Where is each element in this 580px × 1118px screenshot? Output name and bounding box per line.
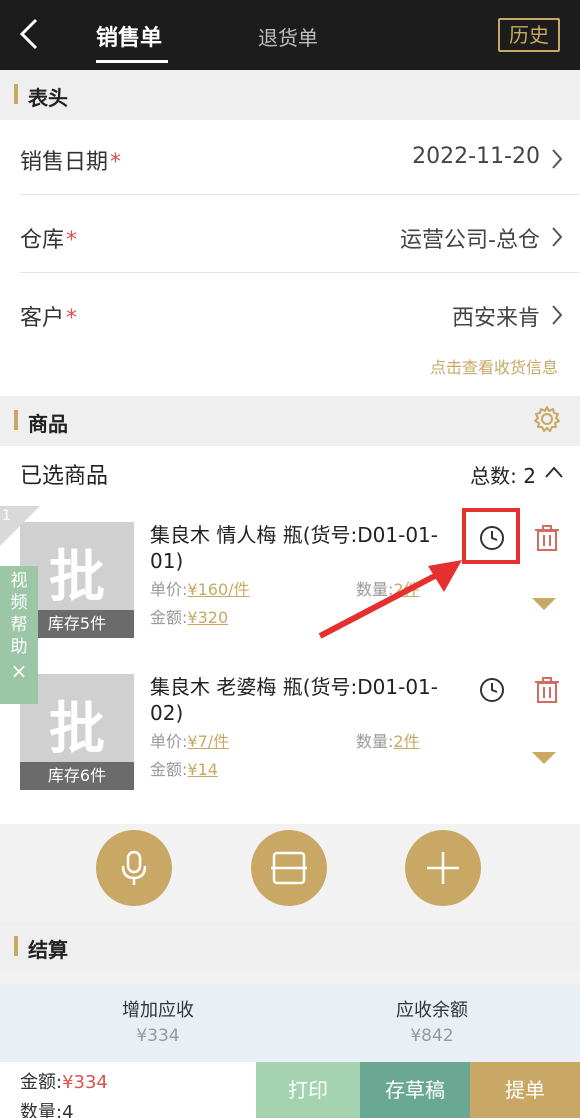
- required-mark: *: [66, 228, 78, 253]
- tab-return-order[interactable]: 退货单: [258, 22, 318, 51]
- total-quantity: 数量:4: [20, 1102, 74, 1118]
- warehouse-value: 运营公司-总仓: [400, 228, 540, 253]
- required-mark: *: [66, 306, 78, 331]
- bottom-bar: 金额:¥334 数量:4 打印 存草稿 提单: [0, 1062, 580, 1118]
- product-name: 集良木 老婆梅 瓶(货号:D01-01-02): [150, 675, 438, 725]
- caret-down-icon[interactable]: [532, 752, 556, 766]
- sales-date-value: 2022-11-20: [412, 144, 540, 169]
- header-form: 销售日期* 2022-11-20 仓库* 运营公司-总仓 客户* 西安来肯 点击…: [0, 120, 580, 396]
- section-settlement: 结算: [0, 922, 580, 972]
- total-amount: 金额:¥334: [20, 1072, 108, 1093]
- save-draft-button[interactable]: 存草稿: [360, 1062, 470, 1118]
- annotation-arrow: [318, 560, 462, 639]
- active-tab-indicator: [96, 60, 168, 63]
- amount: 金额:¥320: [150, 608, 229, 627]
- settlement-summary: 增加应收 ¥334 应收余额 ¥842: [0, 984, 580, 1064]
- product-item: 批 库存6件 集良木 老婆梅 瓶(货号:D01-01-02) 单价:¥7/件 数…: [0, 658, 580, 808]
- item-number: 1: [2, 508, 11, 524]
- video-help-tab[interactable]: 视频帮助 ×: [0, 566, 38, 704]
- section-products: 商品: [0, 396, 580, 446]
- gear-icon[interactable]: [532, 404, 562, 434]
- warehouse-row[interactable]: 仓库* 运营公司-总仓: [0, 198, 580, 276]
- receivable-balance-value: ¥842: [410, 1026, 454, 1046]
- customer-label: 客户: [20, 306, 65, 331]
- tab-sales-order[interactable]: 销售单: [96, 20, 162, 52]
- selected-products-label: 已选商品: [20, 464, 109, 489]
- clock-icon[interactable]: [478, 676, 506, 704]
- required-mark: *: [110, 150, 122, 175]
- sales-date-row[interactable]: 销售日期* 2022-11-20: [0, 120, 580, 198]
- plus-icon: [427, 852, 459, 884]
- stock-badge: 库存6件: [20, 762, 134, 790]
- unit-price: 单价:¥7/件: [150, 732, 230, 751]
- warehouse-label: 仓库: [20, 228, 65, 253]
- receivable-balance-label: 应收余额: [396, 1000, 468, 1021]
- close-icon[interactable]: ×: [0, 660, 38, 682]
- total-count: 总数: 2: [470, 464, 536, 488]
- back-icon[interactable]: [14, 16, 48, 52]
- print-button[interactable]: 打印: [256, 1062, 360, 1118]
- submit-order-button[interactable]: 提单: [470, 1062, 580, 1118]
- divider: [20, 272, 580, 273]
- trash-icon[interactable]: [534, 524, 560, 552]
- sales-date-label: 销售日期: [20, 150, 109, 175]
- top-bar: 销售单 退货单 历史: [0, 0, 580, 70]
- chevron-right-icon: [552, 305, 563, 325]
- scan-button[interactable]: [251, 830, 327, 906]
- voice-input-button[interactable]: [96, 830, 172, 906]
- section-title: 商品: [28, 412, 68, 436]
- amount: 金额:¥14: [150, 760, 218, 779]
- increase-receivable-label: 增加应收: [122, 1000, 194, 1021]
- history-button[interactable]: 历史: [498, 18, 560, 52]
- customer-value: 西安来肯: [451, 306, 540, 331]
- quantity: 数量:2件: [356, 732, 420, 751]
- chevron-right-icon: [552, 149, 563, 169]
- customer-row[interactable]: 客户* 西安来肯: [0, 276, 580, 354]
- section-header: 表头: [0, 70, 580, 120]
- section-title: 表头: [28, 86, 68, 110]
- divider: [20, 194, 580, 195]
- chevron-up-icon[interactable]: [544, 464, 564, 480]
- unit-price: 单价:¥160/件: [150, 580, 250, 599]
- add-product-button[interactable]: [405, 830, 481, 906]
- increase-receivable-value: ¥334: [136, 1026, 180, 1046]
- trash-icon[interactable]: [534, 676, 560, 704]
- caret-down-icon[interactable]: [532, 598, 556, 612]
- shipping-info-link[interactable]: 点击查看收货信息: [430, 354, 558, 378]
- section-title: 结算: [28, 938, 68, 962]
- chevron-right-icon: [552, 227, 563, 247]
- video-help-text: 视频帮助: [10, 571, 28, 657]
- scan-icon: [271, 851, 307, 885]
- microphone-icon: [121, 850, 147, 885]
